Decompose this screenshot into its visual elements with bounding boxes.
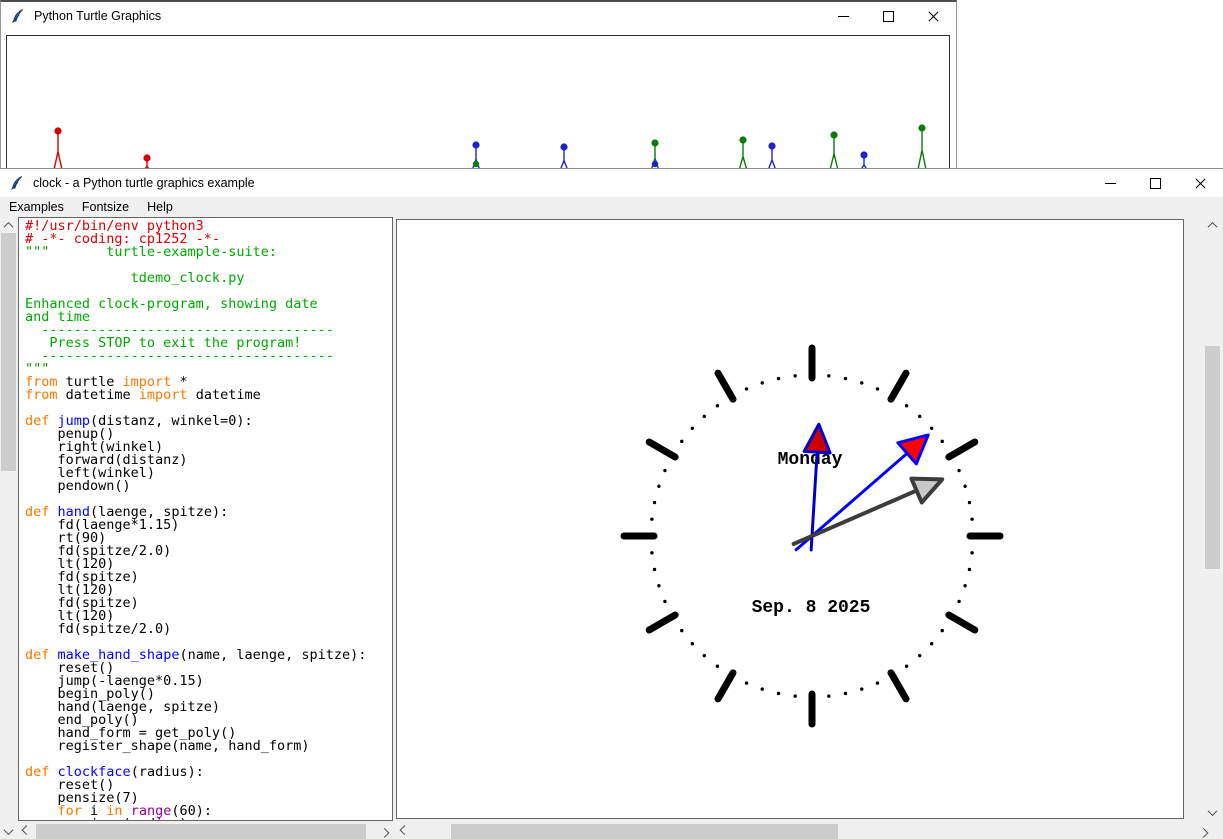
scroll-up-arrow-icon[interactable] xyxy=(1204,217,1221,234)
scroll-left-arrow-icon[interactable] xyxy=(396,823,413,839)
code-vertical-scrollbar[interactable] xyxy=(0,217,17,839)
menu-help[interactable]: Help xyxy=(138,200,182,214)
tk-feather-icon xyxy=(9,175,25,191)
menu-examples[interactable]: Examples xyxy=(0,200,73,214)
scroll-down-arrow-icon[interactable] xyxy=(0,823,17,839)
menubar: Examples Fontsize Help xyxy=(0,197,1223,217)
back-window-titlebar[interactable]: Python Turtle Graphics xyxy=(1,2,956,30)
svg-text:Sep. 8 2025: Sep. 8 2025 xyxy=(752,598,871,618)
minimize-button[interactable] xyxy=(1088,169,1133,197)
minimize-icon xyxy=(838,16,849,17)
close-icon xyxy=(928,11,939,22)
scroll-down-arrow-icon[interactable] xyxy=(1204,804,1221,821)
maximize-icon xyxy=(883,11,894,22)
scrollbar-thumb[interactable] xyxy=(1,233,16,471)
maximize-icon xyxy=(1150,178,1161,189)
front-window-clock[interactable]: clock - a Python turtle graphics example… xyxy=(0,168,1223,839)
code-text: #!/usr/bin/env python3# -*- coding: cp12… xyxy=(19,218,392,821)
scrollbar-thumb[interactable] xyxy=(1205,346,1220,569)
close-button[interactable] xyxy=(1178,169,1223,197)
scroll-left-arrow-icon[interactable] xyxy=(18,823,35,839)
tk-feather-icon xyxy=(10,8,26,24)
canvas-horizontal-scrollbar[interactable] xyxy=(396,823,1212,839)
front-window-title: clock - a Python turtle graphics example xyxy=(33,176,255,190)
back-window-title: Python Turtle Graphics xyxy=(34,9,161,23)
maximize-button[interactable] xyxy=(866,2,911,30)
scrollbar-thumb[interactable] xyxy=(451,824,838,839)
code-editor[interactable]: #!/usr/bin/env python3# -*- coding: cp12… xyxy=(18,217,393,821)
canvas-vertical-scrollbar[interactable] xyxy=(1204,217,1221,821)
scroll-up-arrow-icon[interactable] xyxy=(0,217,17,234)
close-button[interactable] xyxy=(911,2,956,30)
clock-drawing: MondaySep. 8 2025 xyxy=(397,220,1183,818)
close-icon xyxy=(1195,178,1206,189)
maximize-button[interactable] xyxy=(1133,169,1178,197)
code-horizontal-scrollbar[interactable] xyxy=(18,823,393,839)
scrollbar-thumb[interactable] xyxy=(36,824,366,839)
scroll-right-arrow-icon[interactable] xyxy=(1195,823,1212,839)
turtle-canvas-clock[interactable]: MondaySep. 8 2025 xyxy=(396,219,1184,819)
desktop: Python Turtle Graphics clock - a Python … xyxy=(0,0,1223,839)
minimize-button[interactable] xyxy=(821,2,866,30)
front-window-titlebar[interactable]: clock - a Python turtle graphics example xyxy=(0,169,1223,197)
menu-fontsize[interactable]: Fontsize xyxy=(73,200,138,214)
scroll-right-arrow-icon[interactable] xyxy=(376,823,393,839)
minimize-icon xyxy=(1105,183,1116,184)
